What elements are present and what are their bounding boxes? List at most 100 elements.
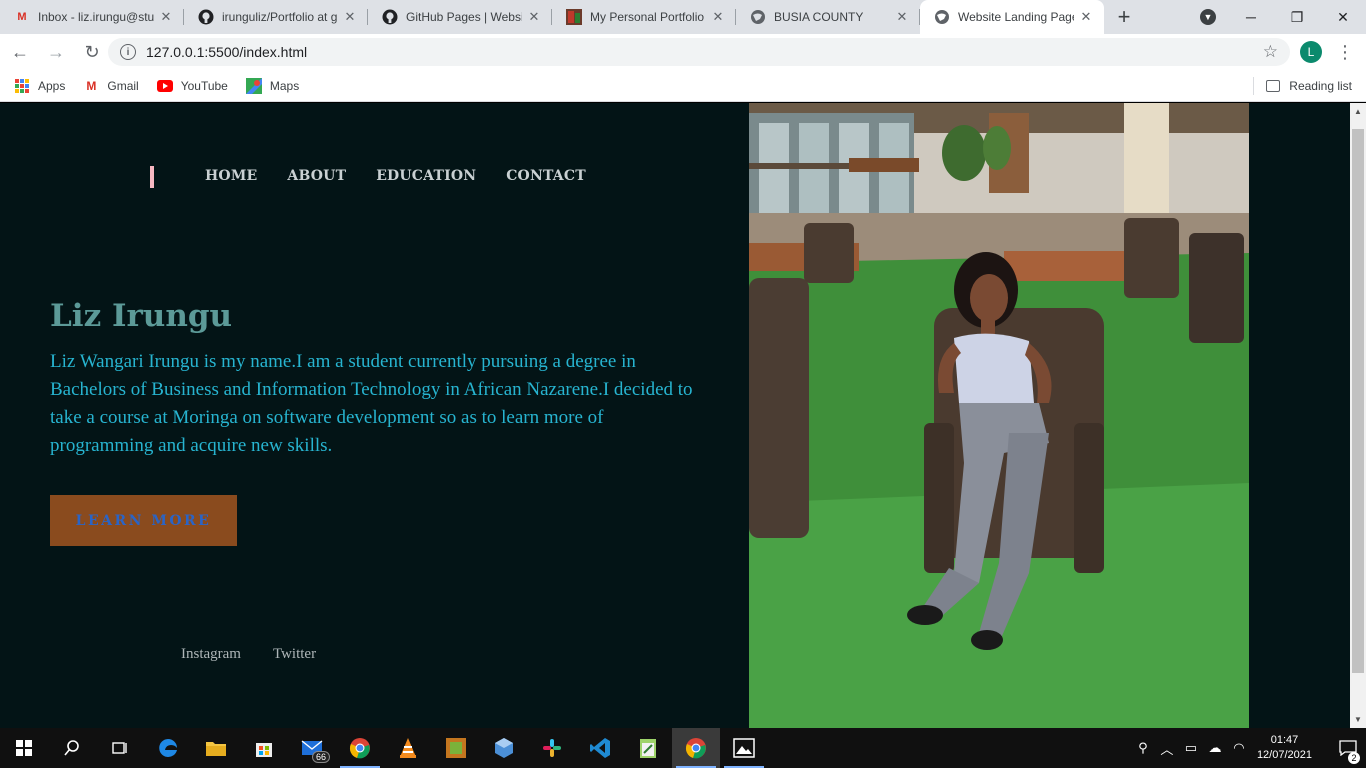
close-tab-icon[interactable]: ✕	[1078, 9, 1094, 25]
taskbar-chrome-active[interactable]	[672, 728, 720, 768]
vlc-icon	[400, 738, 416, 758]
github-icon	[382, 9, 398, 25]
tab-strip: M Inbox - liz.irungu@stu ✕ irunguliz/Por…	[0, 0, 1366, 34]
bookmark-maps[interactable]: Maps	[245, 77, 300, 94]
taskbar-chrome[interactable]	[336, 728, 384, 768]
taskbar-edge[interactable]	[144, 728, 192, 768]
bookmark-label: Gmail	[107, 78, 139, 93]
back-button[interactable]: ←	[4, 36, 36, 68]
taskbar-virtualbox[interactable]	[480, 728, 528, 768]
taskbar-photos-app[interactable]	[432, 728, 480, 768]
cube-icon	[495, 738, 513, 758]
people-icon[interactable]: ⚲	[1131, 740, 1155, 756]
bookmark-star-icon[interactable]: ☆	[1263, 42, 1278, 62]
tab-search-button[interactable]: ▼	[1188, 9, 1228, 25]
profile-avatar[interactable]: L	[1300, 41, 1322, 63]
gmail-icon: M	[86, 78, 97, 93]
reload-icon: ↻	[84, 41, 100, 62]
mail-badge: 66	[311, 751, 330, 763]
new-tab-button[interactable]: +	[1104, 0, 1144, 34]
nav-link-about[interactable]: ABOUT	[287, 168, 346, 184]
site-nav: HOME ABOUT EDUCATION CONTACT	[205, 168, 586, 184]
nav-link-education[interactable]: EDUCATION	[376, 168, 476, 184]
image-viewer-icon	[446, 738, 466, 758]
chevron-down-icon: ▼	[1200, 9, 1216, 25]
search-button[interactable]	[48, 728, 96, 768]
notification-count: 2	[1348, 752, 1360, 764]
more-menu-icon[interactable]: ⋮	[1336, 40, 1354, 64]
tab-busia-county[interactable]: BUSIA COUNTY ✕	[736, 0, 920, 34]
url-text[interactable]: 127.0.0.1:5500/index.html	[146, 44, 1263, 60]
maps-icon	[245, 77, 262, 94]
battery-icon[interactable]: ▭	[1179, 740, 1203, 756]
chrome-icon	[685, 738, 706, 759]
tab-website-landing-page[interactable]: Website Landing Page ✕	[920, 0, 1104, 34]
close-tab-icon[interactable]: ✕	[710, 9, 726, 25]
clock-time: 01:47	[1270, 734, 1299, 746]
arrow-left-icon: ←	[11, 41, 29, 62]
apps-grid-icon	[14, 78, 30, 94]
tab-title: Website Landing Page	[958, 10, 1074, 24]
hero-bio: Liz Wangari Irungu is my name.I am a stu…	[50, 351, 693, 456]
chevron-up-icon[interactable]: ︿	[1155, 739, 1179, 758]
clock[interactable]: 01:47 12/07/2021	[1257, 733, 1312, 763]
instagram-link[interactable]: Instagram	[181, 646, 241, 663]
taskbar-store[interactable]	[240, 728, 288, 768]
nav-link-contact[interactable]: CONTACT	[506, 168, 586, 184]
reading-list-button[interactable]: Reading list	[1253, 70, 1352, 102]
taskbar-slack[interactable]	[528, 728, 576, 768]
close-tab-icon[interactable]: ✕	[526, 9, 542, 25]
tab-github-pages[interactable]: GitHub Pages | Websit ✕	[368, 0, 552, 34]
notification-center-button[interactable]: 2	[1330, 740, 1366, 764]
bookmark-apps[interactable]: Apps	[14, 78, 65, 94]
taskbar-vscode[interactable]	[576, 728, 624, 768]
restore-button[interactable]: ❐	[1274, 9, 1320, 26]
reading-list-label: Reading list	[1289, 79, 1352, 93]
task-view-button[interactable]	[96, 728, 144, 768]
menu-accent-bar	[150, 166, 154, 188]
arrow-right-icon: →	[47, 41, 65, 62]
minimize-button[interactable]: ─	[1228, 9, 1274, 25]
taskbar-file-explorer[interactable]	[192, 728, 240, 768]
nav-link-home[interactable]: HOME	[205, 168, 257, 184]
bookmark-label: YouTube	[180, 78, 228, 93]
bookmark-gmail[interactable]: M Gmail	[83, 78, 138, 94]
twitter-link[interactable]: Twitter	[273, 646, 316, 663]
taskbar-notepad-app[interactable]	[624, 728, 672, 768]
hero-name: Liz Irungu	[50, 298, 233, 334]
notepad-icon	[640, 739, 656, 758]
close-window-button[interactable]: ✕	[1320, 9, 1366, 26]
divider	[1253, 77, 1255, 95]
scroll-up-arrow-icon[interactable]: ▲	[1354, 107, 1362, 116]
profile-photo	[749, 103, 1249, 728]
close-tab-icon[interactable]: ✕	[894, 9, 910, 25]
taskbar-photos[interactable]	[720, 728, 768, 768]
wifi-icon[interactable]: ◠	[1227, 740, 1251, 756]
start-button[interactable]	[0, 728, 48, 768]
window-controls: ▼ ─ ❐ ✕	[1188, 0, 1366, 34]
reload-button[interactable]: ↻	[76, 36, 108, 68]
tab-personal-portfolio[interactable]: My Personal Portfolio ✕	[552, 0, 736, 34]
tab-github-portfolio[interactable]: irunguliz/Portfolio at g ✕	[184, 0, 368, 34]
vertical-scrollbar[interactable]: ▲ ▼	[1350, 103, 1366, 728]
page-viewport: HOME ABOUT EDUCATION CONTACT Liz Irungu …	[0, 103, 1350, 728]
taskbar-mail[interactable]: 66	[288, 728, 336, 768]
edge-icon	[159, 739, 177, 757]
close-tab-icon[interactable]: ✕	[158, 9, 174, 25]
system-tray: ⚲ ︿ ▭ ☁ ◠ 01:47 12/07/2021 2	[1131, 728, 1366, 768]
taskbar-vlc[interactable]	[384, 728, 432, 768]
learn-more-button[interactable]: LEARN MORE	[50, 495, 237, 546]
tab-title: My Personal Portfolio	[590, 10, 705, 24]
tab-gmail-inbox[interactable]: M Inbox - liz.irungu@stu ✕	[0, 0, 184, 34]
photos-icon	[733, 738, 755, 758]
info-icon[interactable]: i	[120, 44, 136, 60]
scrollbar-thumb[interactable]	[1352, 129, 1364, 673]
cloud-icon[interactable]: ☁	[1203, 740, 1227, 756]
address-bar[interactable]: i 127.0.0.1:5500/index.html ☆	[108, 38, 1290, 66]
close-tab-icon[interactable]: ✕	[342, 9, 358, 25]
scroll-down-arrow-icon[interactable]: ▼	[1354, 715, 1362, 724]
bookmark-youtube[interactable]: YouTube	[156, 78, 228, 94]
search-icon	[64, 740, 79, 756]
forward-button[interactable]: →	[40, 36, 72, 68]
bookmark-label: Maps	[269, 78, 300, 93]
